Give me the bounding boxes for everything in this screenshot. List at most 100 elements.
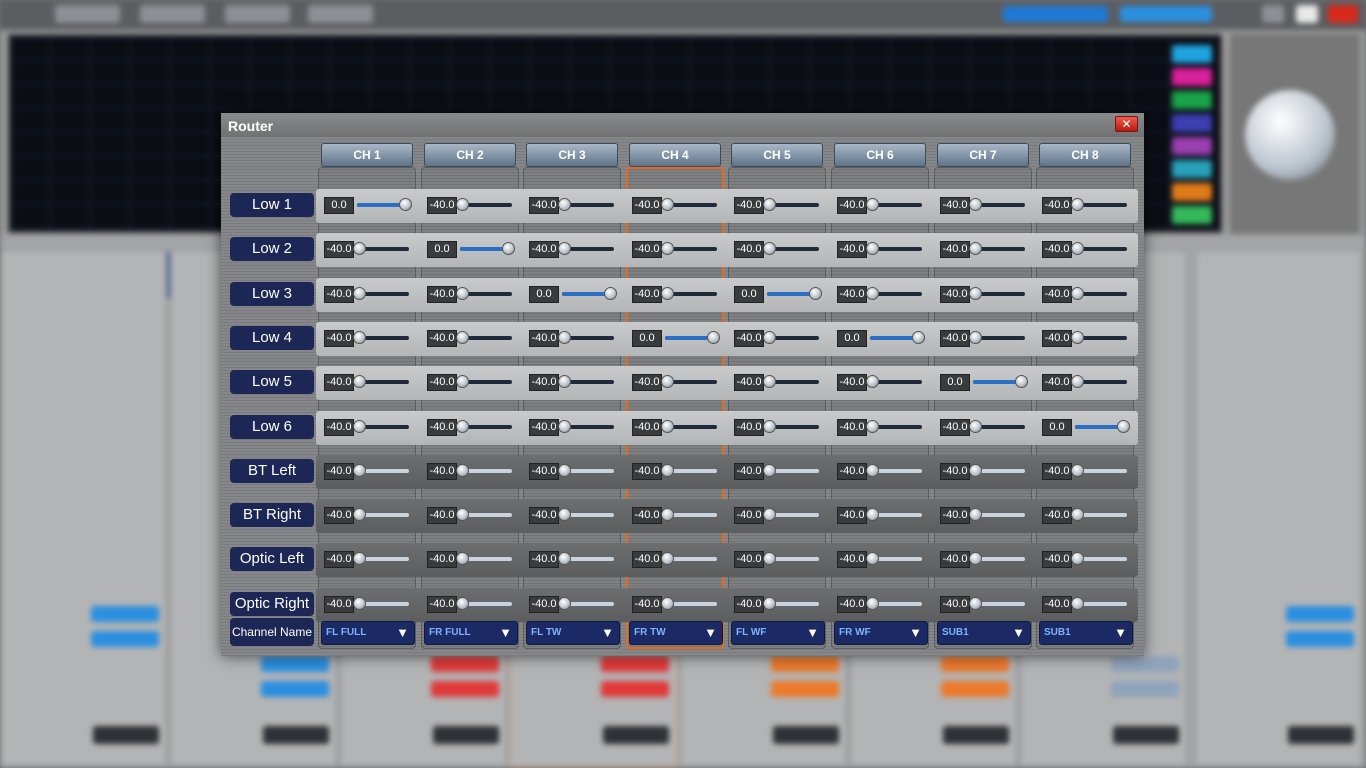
slider-thumb[interactable]: [1071, 597, 1084, 610]
channel-name-select[interactable]: FR WF ▼: [834, 621, 928, 645]
gain-slider[interactable]: -40.0: [935, 237, 1031, 261]
slider-thumb[interactable]: [558, 242, 571, 255]
gain-value[interactable]: 0.0: [837, 330, 867, 347]
slider-thumb[interactable]: [866, 375, 879, 388]
slider-track[interactable]: [763, 552, 819, 565]
slider-track[interactable]: [661, 420, 717, 433]
gain-value[interactable]: -40.0: [1042, 241, 1072, 258]
slider-thumb[interactable]: [558, 597, 571, 610]
dialog-titlebar[interactable]: Router ✕: [221, 113, 1144, 137]
gain-value[interactable]: -40.0: [324, 330, 354, 347]
gain-value[interactable]: 0.0: [324, 197, 354, 214]
slider-track[interactable]: [1071, 375, 1127, 388]
slider-track[interactable]: [969, 464, 1025, 477]
gain-value[interactable]: -40.0: [734, 197, 764, 214]
gain-value[interactable]: -40.0: [1042, 596, 1072, 613]
gain-value[interactable]: -40.0: [734, 507, 764, 524]
slider-track[interactable]: [870, 331, 925, 344]
gain-slider[interactable]: -40.0: [627, 547, 723, 571]
slider-track[interactable]: [661, 287, 717, 300]
gain-value[interactable]: -40.0: [324, 507, 354, 524]
slider-thumb[interactable]: [866, 552, 879, 565]
slider-track[interactable]: [456, 552, 512, 565]
slider-track[interactable]: [969, 552, 1025, 565]
slider-track[interactable]: [353, 508, 409, 521]
gain-slider[interactable]: -40.0: [729, 459, 825, 483]
gain-slider[interactable]: -40.0: [1037, 459, 1133, 483]
gain-slider[interactable]: -40.0: [524, 503, 620, 527]
gain-value[interactable]: -40.0: [837, 463, 867, 480]
gain-value[interactable]: -40.0: [837, 286, 867, 303]
chevron-down-icon[interactable]: ▼: [1012, 625, 1025, 640]
gain-value[interactable]: -40.0: [940, 551, 970, 568]
slider-track[interactable]: [1071, 287, 1127, 300]
gain-slider[interactable]: 0.0: [524, 282, 620, 306]
gain-slider[interactable]: -40.0: [729, 237, 825, 261]
gain-value[interactable]: -40.0: [324, 596, 354, 613]
channel-header[interactable]: CH 8: [1039, 143, 1131, 167]
slider-track[interactable]: [866, 287, 922, 300]
gain-slider[interactable]: -40.0: [627, 503, 723, 527]
slider-thumb[interactable]: [353, 420, 366, 433]
gain-value[interactable]: -40.0: [632, 507, 662, 524]
gain-slider[interactable]: -40.0: [422, 282, 518, 306]
slider-track[interactable]: [1071, 242, 1127, 255]
slider-track[interactable]: [558, 242, 614, 255]
gain-value[interactable]: -40.0: [734, 374, 764, 391]
slider-thumb[interactable]: [558, 198, 571, 211]
gain-value[interactable]: -40.0: [427, 463, 457, 480]
slider-track[interactable]: [456, 597, 512, 610]
slider-thumb[interactable]: [661, 375, 674, 388]
slider-track[interactable]: [353, 420, 409, 433]
gain-slider[interactable]: -40.0: [627, 459, 723, 483]
gain-slider[interactable]: -40.0: [524, 370, 620, 394]
slider-thumb[interactable]: [763, 420, 776, 433]
slider-thumb[interactable]: [558, 508, 571, 521]
gain-slider[interactable]: -40.0: [524, 326, 620, 350]
slider-thumb[interactable]: [558, 375, 571, 388]
gain-slider[interactable]: -40.0: [627, 193, 723, 217]
slider-thumb[interactable]: [866, 242, 879, 255]
slider-track[interactable]: [866, 375, 922, 388]
slider-track[interactable]: [661, 464, 717, 477]
gain-slider[interactable]: -40.0: [832, 503, 928, 527]
slider-track[interactable]: [661, 552, 717, 565]
slider-thumb[interactable]: [353, 552, 366, 565]
slider-thumb[interactable]: [456, 287, 469, 300]
gain-slider[interactable]: -40.0: [1037, 237, 1133, 261]
chevron-down-icon[interactable]: ▼: [909, 625, 922, 640]
slider-thumb[interactable]: [353, 242, 366, 255]
gain-slider[interactable]: -40.0: [935, 326, 1031, 350]
gain-value[interactable]: -40.0: [734, 596, 764, 613]
gain-slider[interactable]: -40.0: [1037, 193, 1133, 217]
slider-track[interactable]: [661, 375, 717, 388]
gain-value[interactable]: -40.0: [632, 197, 662, 214]
gain-value[interactable]: -40.0: [1042, 286, 1072, 303]
gain-value[interactable]: -40.0: [1042, 507, 1072, 524]
slider-thumb[interactable]: [558, 331, 571, 344]
gain-slider[interactable]: -40.0: [832, 193, 928, 217]
gain-value[interactable]: -40.0: [1042, 463, 1072, 480]
channel-name-select[interactable]: FL FULL ▼: [321, 621, 415, 645]
slider-track[interactable]: [866, 198, 922, 211]
gain-slider[interactable]: -40.0: [729, 193, 825, 217]
slider-thumb[interactable]: [661, 287, 674, 300]
slider-track[interactable]: [456, 375, 512, 388]
slider-track[interactable]: [763, 464, 819, 477]
slider-track[interactable]: [456, 464, 512, 477]
slider-thumb[interactable]: [866, 464, 879, 477]
gain-value[interactable]: -40.0: [529, 551, 559, 568]
slider-thumb[interactable]: [661, 552, 674, 565]
slider-track[interactable]: [969, 597, 1025, 610]
gain-value[interactable]: -40.0: [427, 507, 457, 524]
slider-track[interactable]: [353, 242, 409, 255]
gain-slider[interactable]: -40.0: [422, 415, 518, 439]
gain-value[interactable]: -40.0: [837, 197, 867, 214]
gain-slider[interactable]: -40.0: [319, 415, 415, 439]
slider-track[interactable]: [353, 464, 409, 477]
slider-thumb[interactable]: [661, 242, 674, 255]
gain-value[interactable]: -40.0: [529, 507, 559, 524]
gain-value[interactable]: -40.0: [632, 419, 662, 436]
slider-track[interactable]: [763, 331, 819, 344]
channel-name-select[interactable]: SUB1 ▼: [937, 621, 1031, 645]
